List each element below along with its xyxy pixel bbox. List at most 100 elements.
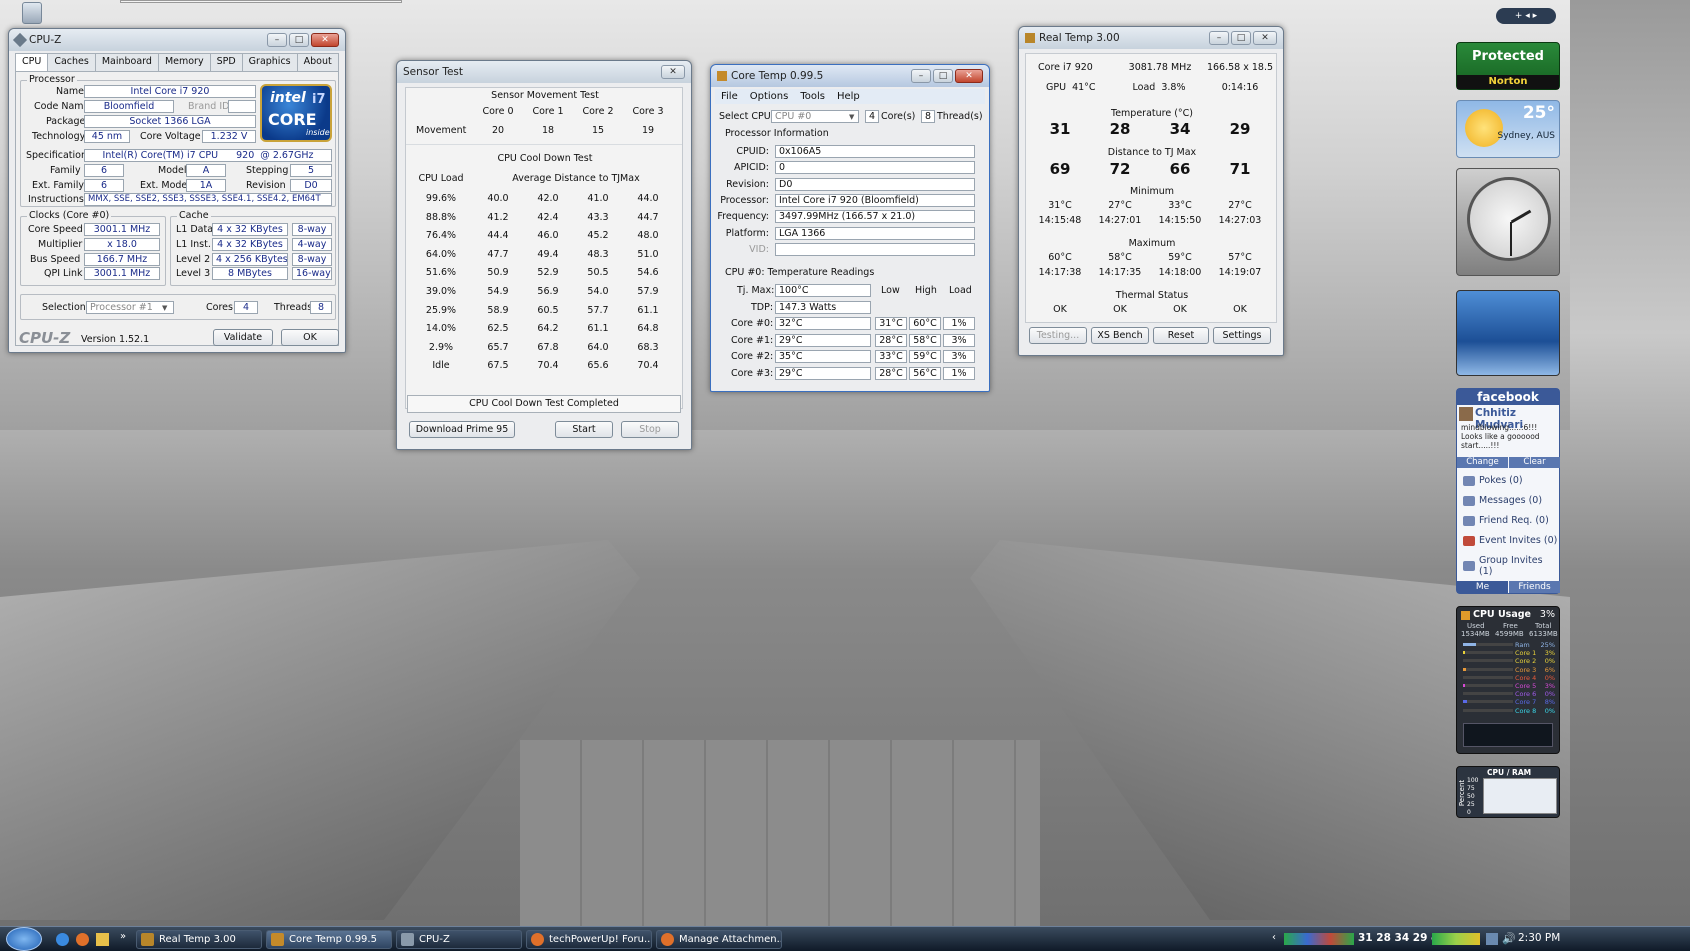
realtemp-app-icon <box>1025 33 1035 43</box>
cpuz-titlebar[interactable]: CPU-Z – □ ✕ <box>9 29 345 51</box>
close-button[interactable]: ✕ <box>1253 31 1277 45</box>
taskbar-item-forum[interactable]: techPowerUp! Foru... <box>526 930 652 949</box>
minimize-button[interactable]: – <box>1209 31 1229 45</box>
taskbar-item-attachments[interactable]: Manage Attachmen... <box>656 930 782 949</box>
xs-bench-button[interactable]: XS Bench <box>1091 327 1149 344</box>
start-button[interactable] <box>6 927 42 951</box>
friends-tab[interactable]: Friends <box>1509 581 1560 593</box>
menu-file[interactable]: File <box>721 89 738 104</box>
logo-i7-text: i7 <box>312 92 326 107</box>
meter-value: 8% <box>1544 698 1555 707</box>
volume-icon[interactable]: 🔊 <box>1502 932 1516 945</box>
slideshow-gadget[interactable] <box>1456 290 1560 376</box>
meter-fill <box>1463 667 1466 671</box>
close-button[interactable]: ✕ <box>661 65 685 79</box>
maximize-button[interactable]: □ <box>1231 31 1251 45</box>
fb-messages[interactable]: Messages (0) <box>1463 495 1542 506</box>
menu-help[interactable]: Help <box>837 89 860 104</box>
core-label: Core #1: <box>731 334 774 346</box>
total-value: 6133MB <box>1529 630 1558 638</box>
download-prime95-button[interactable]: Download Prime 95 <box>409 421 515 438</box>
tray-clock[interactable]: 2:30 PM <box>1518 932 1560 944</box>
select-cpu-dropdown[interactable]: CPU #0 <box>771 110 859 123</box>
movement-core0: 20 <box>491 125 505 136</box>
tab-mainboard[interactable]: Mainboard <box>94 53 159 71</box>
facebook-gadget[interactable]: facebook Chhitiz Mudvari mindblowing....… <box>1456 388 1560 594</box>
fb-group-invites[interactable]: Group Invites (1) <box>1463 555 1559 577</box>
change-button[interactable]: Change <box>1457 457 1508 468</box>
core-load: 3% <box>943 350 975 363</box>
tab-caches[interactable]: Caches <box>47 53 96 71</box>
taskbar-item-realtemp[interactable]: Real Temp 3.00 <box>136 930 262 949</box>
testing-button[interactable]: Testing... <box>1029 327 1087 344</box>
maximize-button[interactable]: □ <box>933 69 953 83</box>
norton-gadget[interactable]: Protected Norton <box>1456 42 1560 90</box>
sensor-test-window: Sensor Test ✕ Sensor Movement Test Core … <box>396 60 692 450</box>
core-low: 28°C <box>875 333 907 347</box>
maximize-button[interactable]: □ <box>289 33 309 47</box>
tab-spd[interactable]: SPD <box>209 53 243 71</box>
folder-icon[interactable] <box>96 933 109 946</box>
tray-app-icons[interactable] <box>1432 933 1480 945</box>
close-button[interactable]: ✕ <box>955 69 983 83</box>
fb-pokes[interactable]: Pokes (0) <box>1463 475 1523 486</box>
info-label: Frequency: <box>717 211 769 223</box>
realtemp-titlebar[interactable]: Real Temp 3.00 – □ ✕ <box>1019 27 1283 49</box>
quicklaunch-more-icon[interactable]: » <box>120 931 126 942</box>
menu-options[interactable]: Options <box>750 89 789 104</box>
tab-memory[interactable]: Memory <box>157 53 211 71</box>
core3-header: Core 3 <box>632 106 664 117</box>
firefox-icon[interactable] <box>76 933 89 946</box>
tray-status-icons[interactable] <box>1284 933 1354 945</box>
coretemp-titlebar[interactable]: Core Temp 0.99.5 – □ ✕ <box>711 65 989 87</box>
info-value: 3497.99MHz (166.57 x 21.0) <box>775 210 975 224</box>
minimize-button[interactable]: – <box>267 33 287 47</box>
max-temp-core2: 59°C <box>1168 252 1192 263</box>
threads-value: 8 <box>310 301 332 314</box>
ext-model-value: 1A <box>186 179 226 192</box>
core-voltage-label: Core Voltage <box>140 131 201 142</box>
core-temp: 29°C <box>775 366 871 380</box>
weather-gadget[interactable]: 25° Sydney, AUS <box>1456 100 1560 158</box>
fb-event-invites[interactable]: Event Invites (0) <box>1463 535 1557 546</box>
sensor-titlebar[interactable]: Sensor Test ✕ <box>397 61 691 83</box>
core-voltage-value: 1.232 V <box>202 130 256 143</box>
tab-cpu[interactable]: CPU <box>15 53 49 72</box>
core-speed-label: Core Speed <box>28 224 83 235</box>
ie-icon[interactable] <box>56 933 69 946</box>
tab-graphics[interactable]: Graphics <box>241 53 298 71</box>
meter-value: 0% <box>1544 673 1555 682</box>
ok-button[interactable]: OK <box>281 329 339 346</box>
cpu-usage-gadget: CPU Usage 3% Used Free Total 1534MB 4599… <box>1456 606 1560 754</box>
tab-about[interactable]: About <box>296 53 339 71</box>
menu-tools[interactable]: Tools <box>800 89 825 104</box>
tray-expand-icon[interactable]: ‹ <box>1272 932 1276 943</box>
network-icon[interactable] <box>1486 933 1498 945</box>
info-value: D0 <box>775 177 975 191</box>
chevron-down-icon[interactable]: ▼ <box>162 304 167 312</box>
validate-button[interactable]: Validate <box>213 329 273 346</box>
me-tab[interactable]: Me <box>1457 581 1508 593</box>
selection-dropdown[interactable]: Processor #1 <box>86 301 174 314</box>
start-button[interactable]: Start <box>555 421 613 438</box>
group-icon <box>1463 561 1475 571</box>
taskbar-item-label: CPU-Z <box>419 934 450 945</box>
core-high: 56°C <box>909 366 941 380</box>
stop-button[interactable]: Stop <box>621 421 679 438</box>
recycle-bin-icon[interactable] <box>22 2 42 24</box>
close-button[interactable]: ✕ <box>311 33 339 47</box>
sidebar-top-control[interactable]: + ◂ ▸ <box>1496 8 1556 24</box>
taskbar-item-coretemp[interactable]: Core Temp 0.99.5 <box>266 930 392 949</box>
taskbar-item-cpuz[interactable]: CPU-Z <box>396 930 522 949</box>
meter-track <box>1463 684 1513 687</box>
reset-button[interactable]: Reset <box>1153 327 1209 344</box>
chevron-down-icon[interactable]: ▼ <box>849 113 854 121</box>
meter-value: 6% <box>1544 665 1555 674</box>
meter-track <box>1463 708 1513 712</box>
fb-friend-requests[interactable]: Friend Req. (0) <box>1463 515 1549 526</box>
revision-value: D0 <box>290 179 332 192</box>
settings-button[interactable]: Settings <box>1213 327 1271 344</box>
clear-button[interactable]: Clear <box>1509 457 1560 468</box>
meter-label: Core 3 <box>1515 665 1537 674</box>
minimize-button[interactable]: – <box>911 69 931 83</box>
